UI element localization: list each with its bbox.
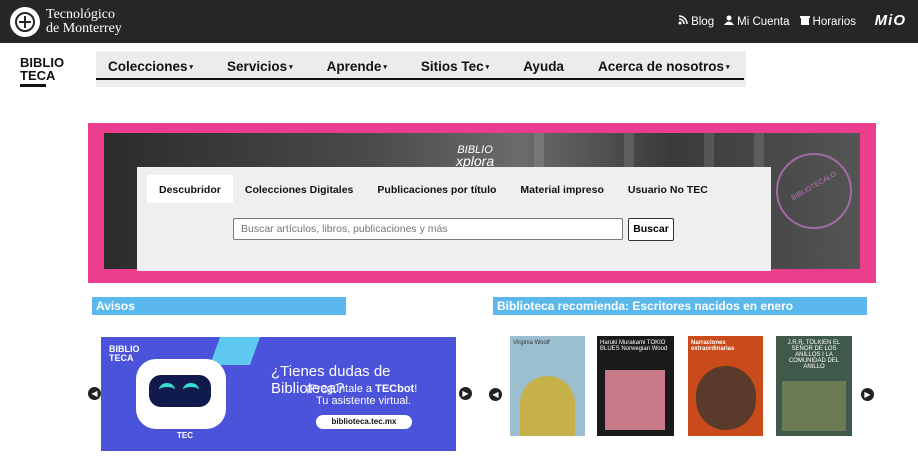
cover-art bbox=[696, 366, 756, 430]
book-cover[interactable]: Haruki Murakami TOKIO BLUES Norwegian Wo… bbox=[597, 336, 674, 436]
logo-underline bbox=[20, 84, 46, 87]
tab-material-impreso[interactable]: Material impreso bbox=[508, 175, 615, 203]
blog-label: Blog bbox=[691, 15, 715, 28]
banner-logo-line-2: TECA bbox=[109, 353, 134, 363]
book-title: Virginia Woolf bbox=[513, 340, 550, 346]
nav-item-aprende[interactable]: Aprende ▾ bbox=[327, 59, 387, 74]
rss-icon bbox=[678, 15, 688, 28]
robot-badge: TEC bbox=[177, 431, 193, 440]
explora-line-2: xplora bbox=[456, 153, 495, 169]
tec-logo[interactable]: Tecnológico de Monterrey bbox=[10, 7, 122, 37]
nav-item-colecciones[interactable]: Colecciones ▾ bbox=[108, 59, 193, 74]
search-input[interactable] bbox=[233, 218, 623, 240]
nav-label: Colecciones bbox=[108, 59, 188, 74]
user-icon bbox=[724, 15, 735, 28]
horarios-label: Horarios bbox=[812, 15, 856, 28]
stamp-text: BIBLIOTECALO bbox=[790, 170, 838, 203]
book-cover[interactable]: Virginia Woolf bbox=[510, 336, 585, 436]
tab-usuario-no-tec[interactable]: Usuario No TEC bbox=[616, 175, 720, 203]
bibliotecalo-stamp: BIBLIOTECALO bbox=[776, 153, 852, 229]
caret-down-icon: ▾ bbox=[383, 63, 387, 71]
tab-descubridor[interactable]: Descubridor bbox=[147, 175, 233, 203]
cover-art bbox=[520, 376, 575, 436]
search-tabs: Descubridor Colecciones Digitales Public… bbox=[147, 175, 720, 203]
search-button[interactable]: Buscar bbox=[628, 218, 674, 241]
tab-colecciones-digitales[interactable]: Colecciones Digitales bbox=[233, 175, 366, 203]
line2-bold: TECbot bbox=[375, 383, 415, 395]
top-bar: Tecnológico de Monterrey Blog Mi Cuenta … bbox=[0, 0, 918, 43]
nav-item-acerca[interactable]: Acerca de nosotros ▾ bbox=[598, 59, 730, 74]
nav-item-ayuda[interactable]: Ayuda bbox=[523, 59, 564, 74]
cover-art bbox=[782, 381, 846, 431]
brand-line-1: Tecnológico bbox=[46, 7, 115, 22]
chevron-right-icon: ▶ bbox=[462, 389, 469, 398]
book-title: Narraciones extraordinarias bbox=[691, 340, 735, 352]
tecbot-banner[interactable]: BIBLIO TECA TEC ¿Tienes dudas de Bibliot… bbox=[101, 337, 456, 451]
books-prev-arrow[interactable]: ◀ bbox=[489, 388, 502, 401]
chevron-left-icon: ◀ bbox=[91, 389, 98, 398]
banner-url-pill[interactable]: biblioteca.tec.mx bbox=[316, 415, 412, 429]
brand-line-2: de Monterrey bbox=[46, 21, 122, 36]
tab-publicaciones[interactable]: Publicaciones por título bbox=[365, 175, 508, 203]
nav-underline bbox=[96, 78, 744, 80]
blog-link[interactable]: Blog bbox=[678, 15, 714, 28]
mi-cuenta-link[interactable]: Mi Cuenta bbox=[724, 15, 790, 28]
avisos-prev-arrow[interactable]: ◀ bbox=[88, 387, 101, 400]
books-next-arrow[interactable]: ▶ bbox=[861, 388, 874, 401]
biblioxplora-logo: BIBLIO xplora bbox=[456, 145, 495, 169]
nav-label: Acerca de nosotros bbox=[597, 59, 724, 74]
caret-down-icon: ▾ bbox=[485, 63, 490, 71]
nav-label: Servicios bbox=[227, 59, 288, 74]
brand-name: Tecnológico de Monterrey bbox=[46, 8, 122, 36]
avisos-header: Avisos bbox=[92, 297, 346, 315]
book-cover[interactable]: J.R.R. TOLKIEN EL SEÑOR DE LOS ANILLOS I… bbox=[776, 336, 852, 436]
line2-suffix: ! bbox=[414, 383, 418, 395]
biblioteca-logo[interactable]: BIBLIO TECA bbox=[20, 56, 64, 87]
book-title: J.R.R. TOLKIEN EL SEÑOR DE LOS ANILLOS I… bbox=[787, 340, 841, 370]
mi-cuenta-label: Mi Cuenta bbox=[737, 15, 790, 28]
book-title: Haruki Murakami TOKIO BLUES Norwegian Wo… bbox=[600, 340, 668, 352]
cover-art bbox=[605, 370, 665, 430]
recomienda-header: Biblioteca recomienda: Escritores nacido… bbox=[493, 297, 867, 315]
book-cover[interactable]: Narraciones extraordinarias bbox=[688, 336, 763, 436]
line2-prefix: ¡Pregúntale a bbox=[306, 383, 376, 395]
nav-label: Ayuda bbox=[523, 59, 564, 74]
top-links: Blog Mi Cuenta Horarios bbox=[678, 15, 856, 28]
mio-link[interactable]: MiO bbox=[875, 12, 906, 29]
tec-emblem-icon bbox=[10, 7, 40, 37]
banner-line-3: Tu asistente virtual. bbox=[316, 395, 411, 407]
search-panel: Descubridor Colecciones Digitales Public… bbox=[137, 167, 771, 271]
biblioteca-logo-line-2: TECA bbox=[20, 68, 56, 83]
building-icon bbox=[799, 15, 810, 28]
nav-item-sitios-tec[interactable]: Sitios Tec ▾ bbox=[421, 59, 489, 74]
robot-eye bbox=[183, 383, 199, 397]
nav-item-servicios[interactable]: Servicios ▾ bbox=[227, 59, 293, 74]
banner-biblioteca-logo: BIBLIO TECA bbox=[109, 345, 140, 363]
nav-label: Sitios Tec bbox=[420, 59, 484, 74]
chevron-right-icon: ▶ bbox=[864, 390, 871, 399]
avisos-next-arrow[interactable]: ▶ bbox=[459, 387, 472, 400]
nav-menu: Colecciones ▾ Servicios ▾ Aprende ▾ Sitios … bbox=[108, 59, 764, 74]
horarios-link[interactable]: Horarios bbox=[799, 15, 856, 28]
chevron-left-icon: ◀ bbox=[492, 390, 499, 399]
banner-decor bbox=[209, 337, 261, 365]
caret-down-icon: ▾ bbox=[726, 63, 730, 71]
banner-line-2: ¡Pregúntale a TECbot! bbox=[306, 383, 417, 395]
caret-down-icon: ▾ bbox=[289, 63, 293, 71]
nav-label: Aprende bbox=[326, 59, 382, 74]
robot-eye bbox=[159, 383, 175, 397]
main-navbar: BIBLIO TECA Colecciones ▾ Servicios ▾ Apre… bbox=[0, 43, 918, 93]
caret-down-icon: ▾ bbox=[189, 63, 194, 71]
